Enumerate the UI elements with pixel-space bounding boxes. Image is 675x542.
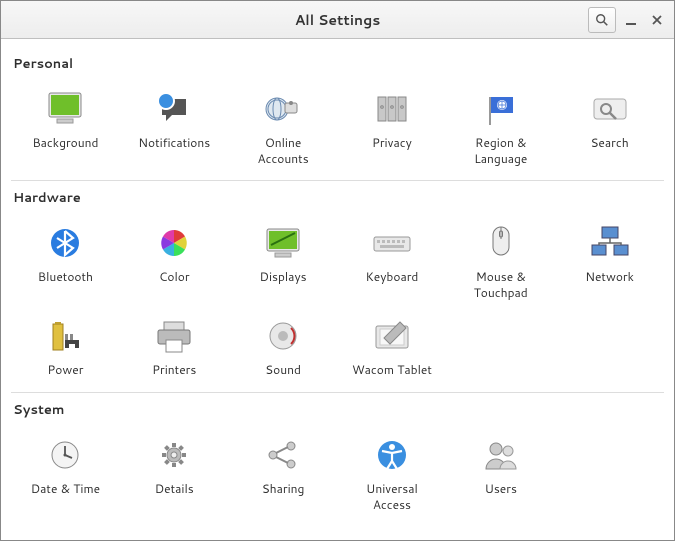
item-privacy[interactable]: Privacy [338,83,447,170]
background-icon [41,87,89,131]
item-users[interactable]: Users [446,429,555,516]
users-icon [477,433,525,477]
power-icon [41,314,89,358]
item-label: Users [485,481,517,497]
item-label: Displays [260,269,307,285]
item-label: Color [159,269,190,285]
sound-icon [259,314,307,358]
item-region-language[interactable]: Region & Language [446,83,555,170]
item-wacom-tablet[interactable]: Wacom Tablet [338,310,447,382]
item-label: Keyboard [365,269,418,285]
item-online-accounts[interactable]: Online Accounts [229,83,338,170]
item-search[interactable]: Search [555,83,664,170]
keyboard-icon [368,221,416,265]
item-power[interactable]: Power [11,310,120,382]
notifications-icon [150,87,198,131]
item-label: Online Accounts [257,135,308,166]
bluetooth-icon [41,221,89,265]
privacy-icon [368,87,416,131]
item-label: Search [590,135,628,151]
item-displays[interactable]: Displays [229,217,338,304]
window-title: All Settings [1,10,674,30]
minimize-icon [625,14,637,26]
item-label: Sharing [262,481,305,497]
online-accounts-icon [259,87,307,131]
item-notifications[interactable]: Notifications [120,83,229,170]
item-network[interactable]: Network [555,217,664,304]
item-label: Sound [265,362,301,378]
item-label: Background [32,135,98,151]
section-heading-hardware: Hardware [13,189,664,207]
titlebar: All Settings [1,1,674,39]
item-date-time[interactable]: Date & Time [11,429,120,516]
displays-icon [259,221,307,265]
search-panel-icon [586,87,634,131]
mouse-icon [477,221,525,265]
content-area: Personal Background Notifications [1,39,674,542]
item-label: Bluetooth [38,269,93,285]
item-label: Details [155,481,194,497]
close-button[interactable] [646,7,668,33]
section-hardware: Hardware Bluetooth Color [11,189,664,393]
item-bluetooth[interactable]: Bluetooth [11,217,120,304]
item-label: Universal Access [366,481,418,512]
close-icon [651,14,663,26]
grid-personal: Background Notifications Online Accounts [11,83,664,170]
grid-system: Date & Time Details Sharing [11,429,664,516]
item-sharing[interactable]: Sharing [229,429,338,516]
item-background[interactable]: Background [11,83,120,170]
network-icon [586,221,634,265]
item-label: Privacy [372,135,412,151]
wacom-icon [368,314,416,358]
section-heading-system: System [13,401,664,419]
item-keyboard[interactable]: Keyboard [338,217,447,304]
item-universal-access[interactable]: Universal Access [338,429,447,516]
item-color[interactable]: Color [120,217,229,304]
item-label: Printers [152,362,196,378]
universal-access-icon [368,433,416,477]
item-mouse-touchpad[interactable]: Mouse & Touchpad [446,217,555,304]
section-heading-personal: Personal [13,55,664,73]
item-label: Network [585,269,634,285]
color-icon [150,221,198,265]
item-label: Region & Language [474,135,527,166]
printers-icon [150,314,198,358]
item-label: Power [47,362,83,378]
minimize-button[interactable] [620,7,642,33]
item-sound[interactable]: Sound [229,310,338,382]
search-button[interactable] [588,7,616,33]
item-label: Mouse & Touchpad [474,269,528,300]
section-personal: Personal Background Notifications [11,55,664,181]
item-label: Date & Time [31,481,100,497]
gear-icon [150,433,198,477]
item-label: Wacom Tablet [352,362,432,378]
window-controls [588,7,668,33]
clock-icon [41,433,89,477]
item-details[interactable]: Details [120,429,229,516]
item-label: Notifications [138,135,210,151]
item-printers[interactable]: Printers [120,310,229,382]
grid-hardware: Bluetooth Color Displays [11,217,664,382]
region-language-icon [477,87,525,131]
sharing-icon [259,433,307,477]
search-icon [595,13,609,27]
section-system: System Date & Time Details [11,401,664,526]
settings-window: All Settings Personal [0,0,675,541]
